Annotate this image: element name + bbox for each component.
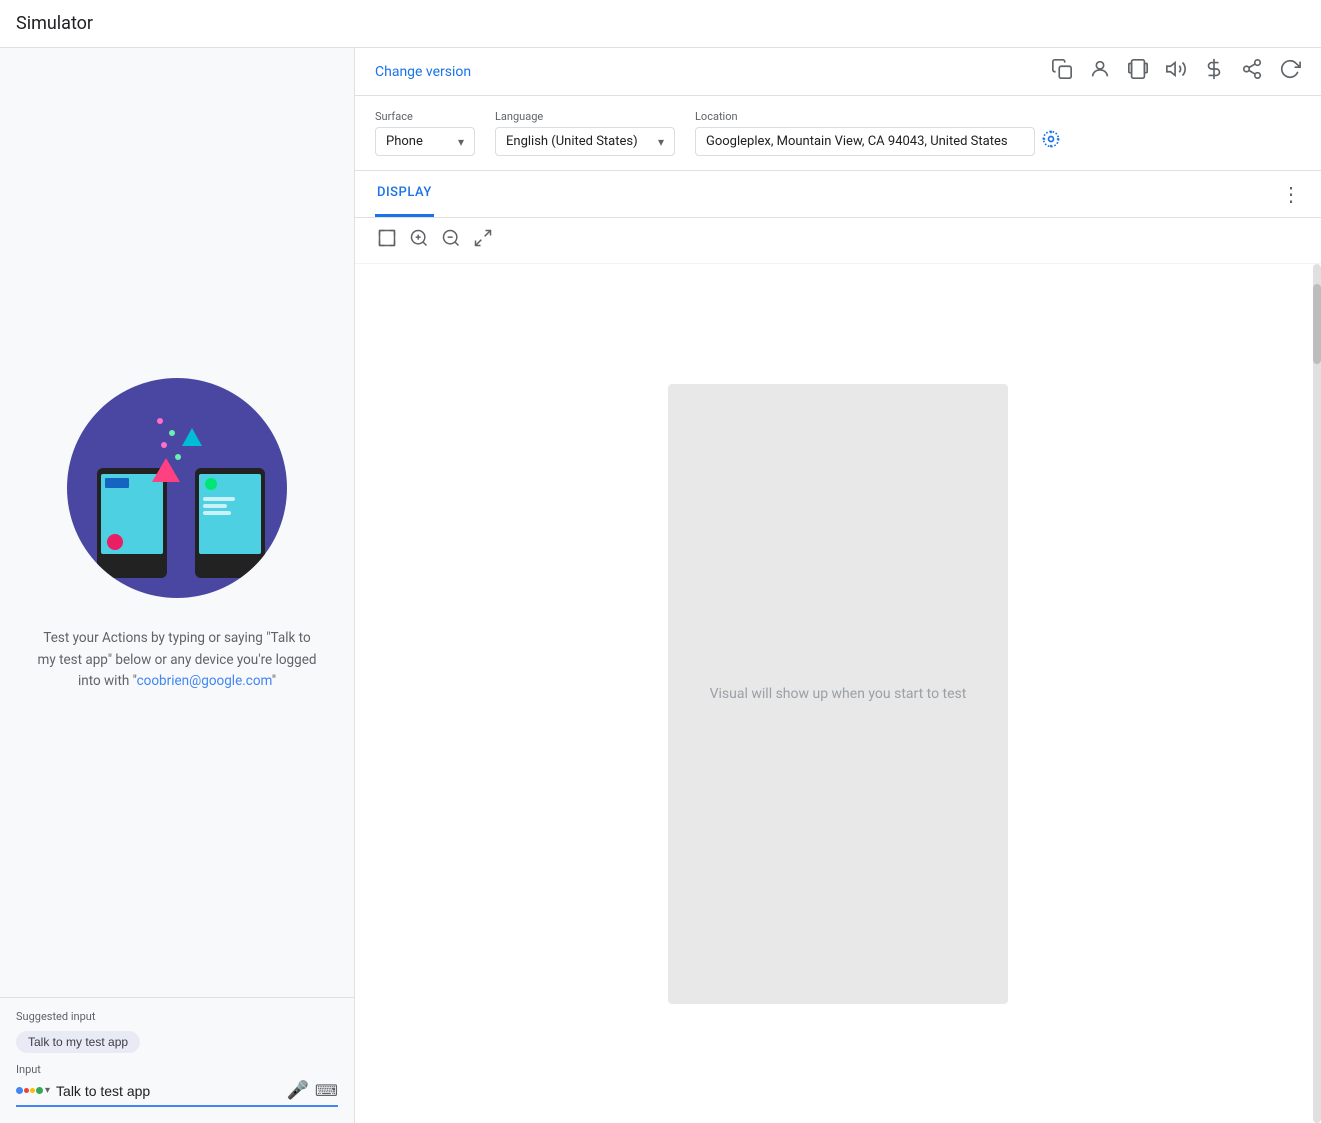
display-tab-row: DISPLAY ⋮	[355, 171, 1321, 218]
display-tab[interactable]: DISPLAY	[375, 171, 434, 217]
right-panel: Change version	[355, 48, 1321, 1123]
surface-value: Phone	[386, 134, 423, 149]
location-value: Googleplex, Mountain View, CA 94043, Uni…	[706, 134, 1008, 149]
phone-left-dot	[107, 534, 123, 550]
visual-placeholder-text: Visual will show up when you start to te…	[710, 686, 967, 702]
triangle-teal	[182, 428, 202, 446]
keyboard-icon[interactable]: ⌨	[315, 1081, 338, 1100]
location-target-icon[interactable]	[1041, 129, 1061, 154]
zoom-toolbar	[355, 218, 1321, 264]
dot-3	[161, 442, 167, 448]
zoom-out-icon[interactable]	[439, 226, 463, 255]
phone-left-screen	[101, 474, 163, 554]
email-link[interactable]: coobrien@google.com	[137, 673, 272, 689]
right-header: Change version	[355, 48, 1321, 96]
phone-right-line	[203, 511, 231, 515]
phone-right-line	[203, 504, 227, 508]
input-row: ▾ 🎤 ⌨	[16, 1080, 338, 1107]
suggested-input-label: Suggested input	[16, 1010, 338, 1023]
illustration-circle	[67, 378, 287, 598]
copy-icon[interactable]	[1051, 58, 1073, 85]
language-select[interactable]: English (United States) ▾	[495, 127, 675, 156]
mic-icon[interactable]: 🎤	[286, 1080, 308, 1101]
top-bar: Simulator	[0, 0, 1321, 48]
page-title: Simulator	[16, 13, 93, 34]
suggested-chip-button[interactable]: Talk to my test app	[16, 1031, 140, 1053]
main-layout: Test your Actions by typing or saying "T…	[0, 48, 1321, 1123]
volume-icon[interactable]	[1165, 58, 1187, 85]
language-setting: Language English (United States) ▾	[495, 110, 675, 156]
dot-4	[175, 454, 181, 460]
scrollbar-thumb	[1313, 284, 1321, 364]
zoom-in-icon[interactable]	[407, 226, 431, 255]
chat-input[interactable]	[50, 1081, 286, 1101]
share-icon[interactable]	[1241, 58, 1263, 85]
right-scrollbar[interactable]	[1313, 264, 1321, 1123]
language-label: Language	[495, 110, 675, 123]
google-dots-icon	[16, 1087, 43, 1094]
triangle-pink	[152, 458, 180, 482]
surface-label: Surface	[375, 110, 475, 123]
refresh-icon[interactable]	[1279, 58, 1301, 85]
location-select[interactable]: Googleplex, Mountain View, CA 94043, Uni…	[695, 127, 1035, 156]
phone-preview: Visual will show up when you start to te…	[668, 384, 1008, 1004]
phone-right-screen	[199, 474, 261, 554]
surface-arrow-icon: ▾	[458, 135, 464, 149]
surface-setting: Surface Phone ▾	[375, 110, 475, 156]
dot-2	[169, 430, 175, 436]
phone-right-lines	[203, 497, 257, 515]
input-label: Input	[16, 1063, 338, 1076]
fit-screen-icon[interactable]	[375, 226, 399, 255]
device-icon[interactable]	[1127, 58, 1149, 85]
location-setting: Location Googleplex, Mountain View, CA 9…	[695, 110, 1061, 156]
phone-right-line	[203, 497, 235, 501]
phone-right-dot	[205, 478, 217, 490]
left-panel-content: Test your Actions by typing or saying "T…	[0, 48, 354, 1123]
dollar-icon[interactable]	[1203, 58, 1225, 85]
surface-select[interactable]: Phone ▾	[375, 127, 475, 156]
right-header-icons	[1051, 58, 1301, 85]
dot-1	[157, 418, 163, 424]
display-area: Visual will show up when you start to te…	[355, 264, 1321, 1123]
language-value: English (United States)	[506, 134, 638, 149]
left-panel-bottom: Suggested input Talk to my test app Inpu…	[0, 997, 354, 1123]
phone-left-rect	[105, 478, 129, 488]
location-label: Location	[695, 110, 1061, 123]
left-panel-description: Test your Actions by typing or saying "T…	[37, 628, 317, 693]
account-icon[interactable]	[1089, 58, 1111, 85]
phone-right	[195, 468, 265, 578]
language-arrow-icon: ▾	[658, 135, 664, 149]
settings-row: Surface Phone ▾ Language English (United…	[355, 96, 1321, 171]
change-version-link[interactable]: Change version	[375, 64, 471, 80]
more-vert-icon[interactable]: ⋮	[1281, 182, 1301, 206]
left-panel: Test your Actions by typing or saying "T…	[0, 48, 355, 1123]
fullscreen-icon[interactable]	[471, 226, 495, 255]
phone-left	[97, 468, 167, 578]
